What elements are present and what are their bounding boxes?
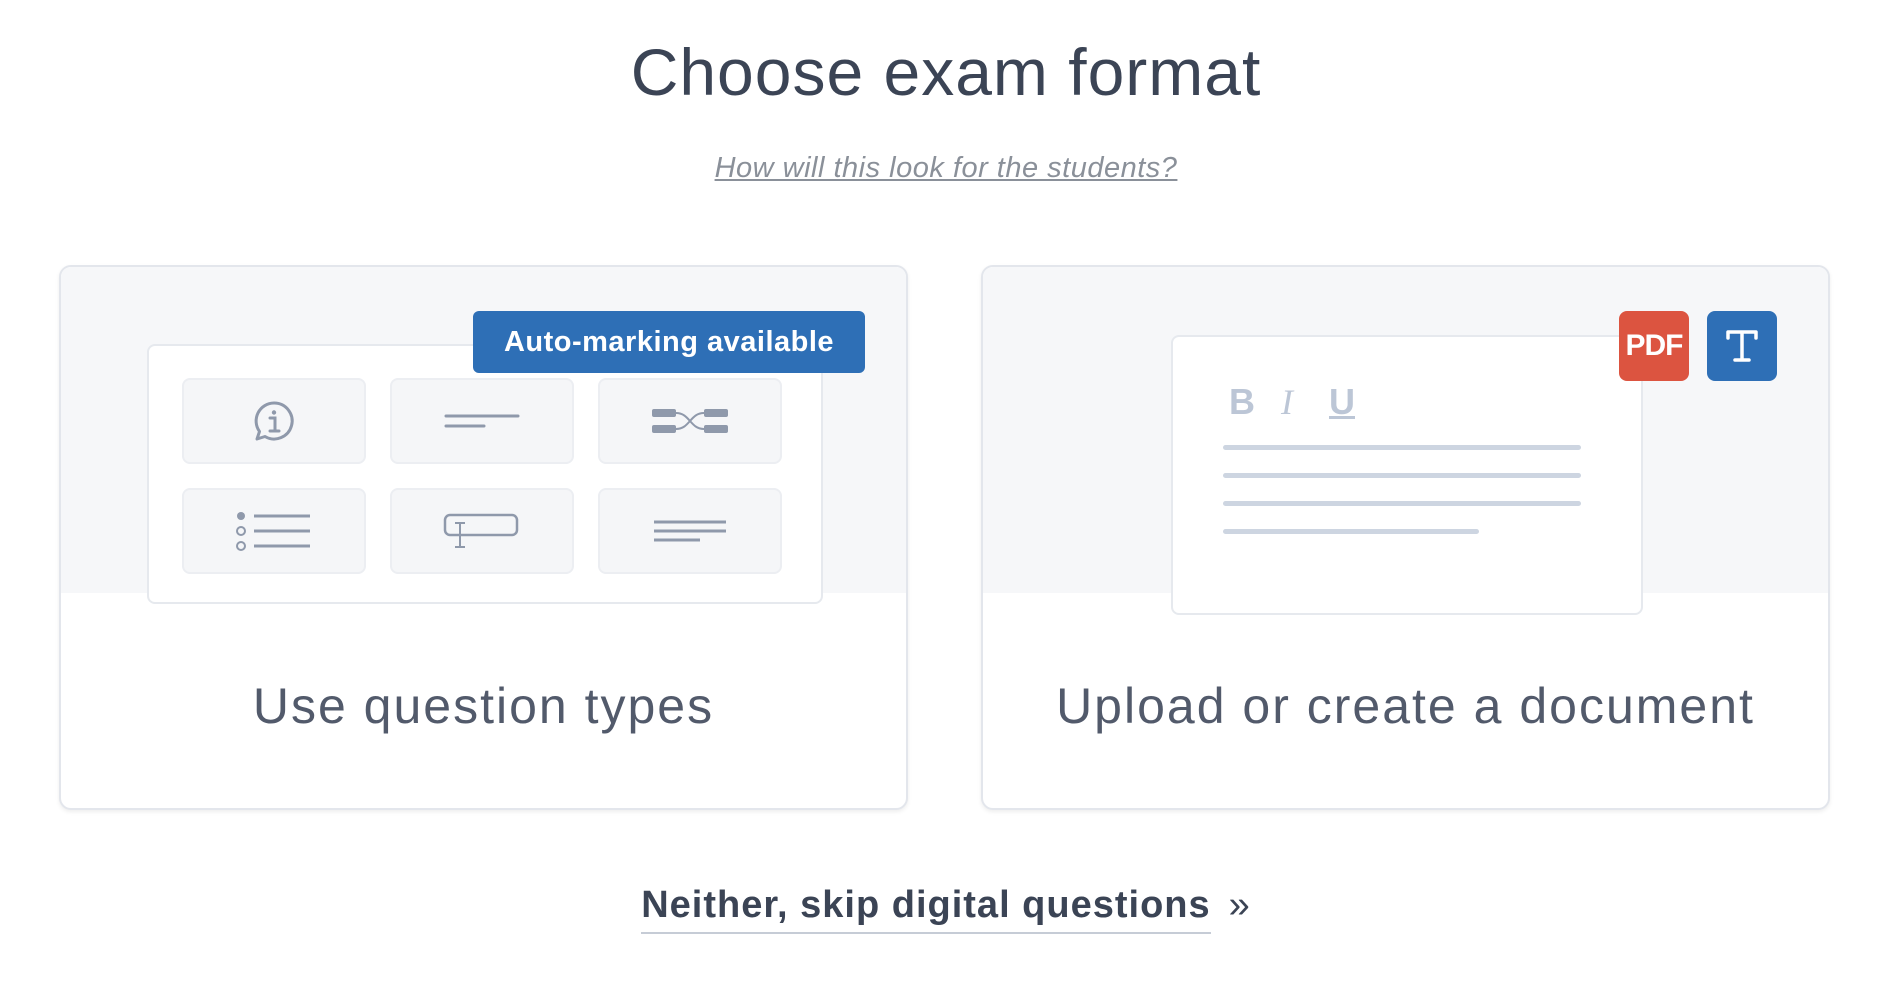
document-text-line	[1223, 501, 1581, 506]
document-preview: B I U PDF	[983, 267, 1828, 615]
paragraph-tile	[598, 488, 782, 574]
multiple-choice-tile	[182, 488, 366, 574]
matching-icon	[652, 409, 728, 433]
question-types-panel	[147, 344, 823, 604]
document-text-line	[1223, 529, 1479, 534]
students-preview-link[interactable]: How will this look for the students?	[0, 152, 1892, 185]
page-title: Choose exam format	[630, 35, 1262, 109]
document-card[interactable]: B I U PDF Upload or create a document	[981, 265, 1830, 810]
document-page: B I U	[1171, 335, 1643, 615]
skip-container: Neither, skip digital questions »	[0, 884, 1892, 934]
italic-format-icon: I	[1281, 382, 1293, 422]
bold-format-icon: B	[1229, 381, 1255, 422]
underline-format-icon: U	[1329, 381, 1355, 422]
text-input-icon	[443, 513, 519, 548]
text-t-icon	[1726, 330, 1758, 362]
double-chevron-right-icon: »	[1228, 884, 1251, 926]
document-label: Upload or create a document	[1056, 678, 1755, 734]
single-line-icon	[444, 414, 520, 428]
question-types-card[interactable]: Auto-marking available Use question type…	[59, 265, 908, 810]
document-text-line	[1223, 445, 1581, 450]
multiple-choice-icon	[236, 512, 310, 551]
question-types-label: Use question types	[252, 678, 715, 734]
paragraph-icon	[654, 520, 726, 542]
info-bubble-icon	[254, 401, 294, 441]
info-tile	[182, 378, 366, 464]
pdf-icon: PDF	[1619, 311, 1689, 381]
document-text-line	[1223, 473, 1581, 478]
question-types-preview: Auto-marking available	[61, 267, 906, 604]
skip-digital-questions-link[interactable]: Neither, skip digital questions »	[641, 884, 1251, 934]
text-document-icon	[1707, 311, 1777, 381]
text-input-tile	[390, 488, 574, 574]
auto-marking-badge: Auto-marking available	[473, 311, 865, 373]
matching-tile	[598, 378, 782, 464]
short-answer-tile	[390, 378, 574, 464]
skip-label: Neither, skip digital questions	[641, 884, 1211, 934]
